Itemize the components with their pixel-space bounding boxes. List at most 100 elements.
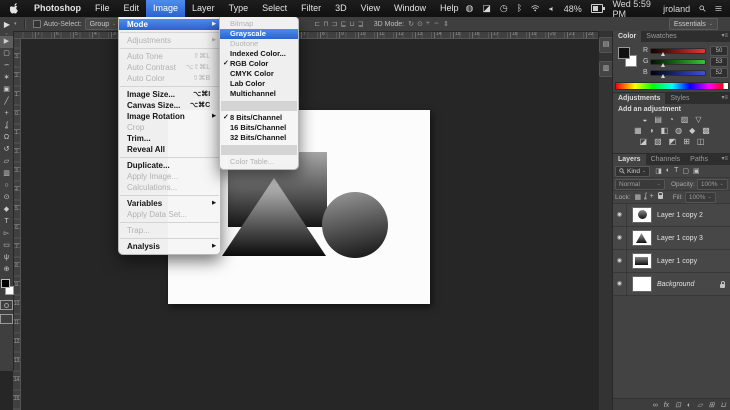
image-menu-item[interactable]: ▶ — [120, 157, 219, 158]
workspace-switcher[interactable]: Essentials ⌄ — [668, 18, 718, 30]
blend-mode-dropdown[interactable]: Normal ⌄ — [615, 178, 665, 190]
toolbar-tool[interactable]: ▢ — [0, 48, 13, 60]
adjustment-button[interactable]: ▤ — [654, 115, 662, 125]
image-menu-item[interactable]: Duplicate... ▶ — [119, 160, 220, 171]
tab-channels[interactable]: Channels — [646, 154, 686, 165]
channel-value-field[interactable]: 50 — [710, 45, 728, 56]
mode-submenu-item[interactable]: ✓ — [221, 101, 297, 111]
toolbar-tool[interactable]: + — [0, 108, 13, 120]
toolbar-tool[interactable]: Ω — [0, 132, 13, 144]
channel-value-field[interactable]: 52 — [710, 67, 728, 78]
layer-thumbnail[interactable] — [632, 253, 652, 269]
slider-thumb-icon[interactable] — [660, 73, 665, 78]
toolbar-tool[interactable]: ▶ — [0, 36, 13, 48]
tab-swatches[interactable]: Swatches — [641, 31, 681, 42]
align-button[interactable]: ⊓ — [323, 20, 328, 28]
layer-visibility-eye-icon[interactable]: ◉ — [613, 250, 627, 272]
layer-row[interactable]: ◉ Background — [613, 273, 730, 296]
mode-submenu-item[interactable]: ✓ 32 Bits/Channel — [220, 133, 298, 143]
menubar-item[interactable]: Select — [255, 0, 294, 17]
mode-submenu-item[interactable]: ✓ 16 Bits/Channel — [220, 123, 298, 133]
toolbar-tool[interactable]: ▣ — [0, 84, 13, 96]
toolbar-tool[interactable]: ◆ — [0, 204, 13, 216]
tab-styles[interactable]: Styles — [665, 93, 694, 104]
adjustment-button[interactable]: ◩ — [669, 137, 677, 147]
layer-thumbnail[interactable] — [632, 230, 652, 246]
image-menu-item[interactable]: Image Rotation ▶ — [119, 111, 220, 122]
channel-slider[interactable] — [650, 47, 706, 56]
menubar-item[interactable]: Layer — [185, 0, 222, 17]
battery-icon[interactable] — [590, 4, 606, 13]
mode-3d-button[interactable]: ⇔ — [433, 20, 440, 28]
mode-submenu-item[interactable]: ✓ RGB Color — [220, 59, 298, 69]
menubar-item[interactable]: Photoshop — [27, 0, 88, 17]
toolbar-tool[interactable]: ╱ — [0, 96, 13, 108]
layer-filter-button[interactable]: T — [674, 167, 678, 175]
layer-visibility-eye-icon[interactable]: ◉ — [613, 227, 627, 249]
image-menu-item[interactable]: ▶ — [120, 48, 219, 49]
adjustment-button[interactable]: ◫ — [697, 137, 705, 147]
status-icon[interactable]: ◷ — [500, 1, 508, 16]
adjustment-button[interactable]: ▨ — [681, 115, 689, 125]
mode-submenu-item[interactable]: ✓ Lab Color — [220, 79, 298, 89]
mode-3d-button[interactable]: ↻ — [408, 20, 414, 28]
foreground-color-swatch[interactable] — [618, 47, 630, 59]
image-menu-item[interactable]: Crop ▶ — [119, 122, 220, 133]
quick-mask-button[interactable] — [0, 300, 13, 310]
spotlight-icon[interactable] — [699, 4, 706, 13]
image-menu-item[interactable]: Auto Contrast ⌥⇧⌘L ▶ — [119, 62, 220, 73]
menubar-item[interactable]: Image — [146, 0, 186, 17]
menubar-item[interactable]: Window — [387, 0, 433, 17]
image-menu-item[interactable]: Trim... ▶ — [119, 133, 220, 144]
image-menu-item[interactable]: Image Size... ⌥⌘I ▶ — [119, 89, 220, 100]
adjustment-button[interactable]: ⊞ — [683, 137, 690, 147]
color-spectrum-bar[interactable] — [615, 82, 729, 90]
tool-preset-caret-icon[interactable]: ▾ — [14, 21, 17, 27]
align-button[interactable]: ⊔ — [349, 20, 354, 28]
menubar-clock[interactable]: Wed 5:59 PM — [612, 0, 654, 19]
channel-value-field[interactable]: 53 — [710, 56, 728, 67]
image-menu-item[interactable]: Reveal All ▶ — [119, 144, 220, 155]
tab-paths[interactable]: Paths — [685, 154, 713, 165]
adjustment-button[interactable]: ◒ — [643, 115, 648, 125]
mode-submenu-item[interactable]: ✓ Duotone — [220, 39, 298, 49]
menubar-item[interactable]: File — [88, 0, 117, 17]
lock-button[interactable]: ▦ — [635, 193, 642, 201]
toolbar-tool[interactable]: ○ — [0, 180, 13, 192]
align-button[interactable]: ⊒ — [358, 20, 364, 28]
toolbar-tool[interactable]: T — [0, 216, 13, 228]
wifi-icon[interactable] — [531, 4, 540, 13]
adjustment-button[interactable]: ◑ — [649, 126, 654, 136]
align-button[interactable]: ⊑ — [341, 20, 347, 28]
layer-row[interactable]: ◉ Layer 1 copy 2 — [613, 204, 730, 227]
adjustment-button[interactable]: ▧ — [654, 137, 662, 147]
layer-filter-button[interactable]: ▣ — [693, 167, 700, 175]
layers-action-button[interactable]: fx — [664, 400, 669, 410]
menubar-item[interactable]: 3D — [328, 0, 354, 17]
slider-thumb-icon[interactable] — [660, 62, 665, 67]
layers-action-button[interactable]: ⊡ — [675, 400, 681, 410]
current-tool-icon[interactable]: ▶ — [0, 20, 14, 29]
layer-visibility-eye-icon[interactable]: ◉ — [613, 273, 627, 295]
layer-filter-button[interactable]: ◐ — [666, 167, 670, 175]
auto-select-dropdown[interactable]: Group ⌄ — [84, 18, 122, 30]
layers-action-button[interactable]: ⊔ — [721, 400, 726, 410]
tab-color[interactable]: Color — [613, 31, 642, 42]
toolbar-tool[interactable]: ▻ — [0, 228, 13, 240]
adjustment-button[interactable]: ▦ — [634, 126, 642, 136]
lock-button[interactable]: ʆ — [644, 193, 646, 201]
mode-submenu-item[interactable]: ✓ Indexed Color... — [220, 49, 298, 59]
menubar-username[interactable]: jroland — [663, 4, 690, 14]
panel-menu-icon[interactable]: ▾≡ — [721, 31, 730, 42]
collapsed-panel-icon-1[interactable]: ▤ — [599, 37, 613, 53]
channel-slider[interactable] — [650, 58, 706, 67]
layer-filter-button[interactable]: ▢ — [682, 167, 689, 175]
layer-visibility-eye-icon[interactable]: ◉ — [613, 204, 627, 226]
menubar-item[interactable]: Filter — [294, 0, 328, 17]
layers-action-button[interactable]: ∞ — [653, 400, 658, 410]
layers-action-button[interactable]: ⊞ — [709, 400, 715, 410]
slider-thumb-icon[interactable] — [660, 51, 665, 56]
tab-layers[interactable]: Layers — [613, 154, 646, 165]
image-menu-item[interactable]: Apply Image... ▶ — [119, 171, 220, 182]
lock-button[interactable]: + — [650, 193, 654, 201]
